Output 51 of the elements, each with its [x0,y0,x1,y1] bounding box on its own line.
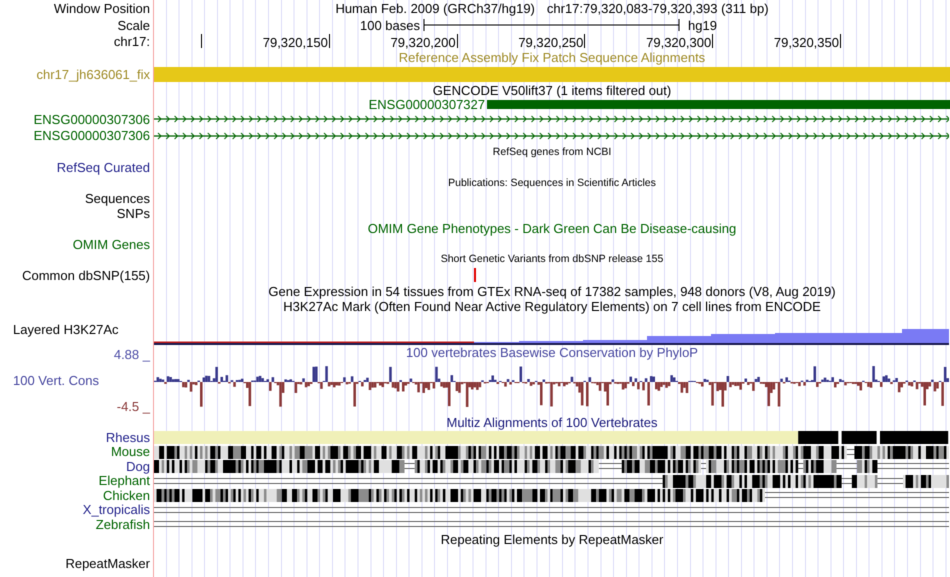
track-label: Dog [126,460,150,473]
gene-label: ENSG00000307327 [368,98,486,111]
track-label: Sequences [84,192,150,205]
track-label: RepeatMasker [65,556,150,570]
coordinate-label: 79,320,250 [518,36,584,49]
track-label: RefSeq Curated [56,161,150,174]
track-title: GENCODE V50lift37 (1 items filtered out) [432,84,672,97]
track-title: Reference Assembly Fix Patch Sequence Alignments [398,51,706,64]
track-title: 100 vertebrates Basewise Conservation by PhyloP [406,346,698,358]
track-title: Repeating Elements by RepeatMasker [440,532,664,546]
track-label: Common dbSNP(155) [22,269,150,282]
tick-mark [328,34,330,48]
track-label: Mouse [110,445,150,458]
coordinate-label: 79,320,350 [774,36,839,49]
track-title: Short Genetic Variants from dbSNP release 155 [440,254,664,265]
tick-mark [840,34,841,48]
axis-min-label: -4.5 _ [116,400,150,414]
track-title: Multiz Alignments of 100 Vertebrates [446,416,658,429]
row-label: chr17: [114,35,150,48]
scale-assembly: hg19 [688,18,717,32]
track-title: Gene Expression in 54 tissues from GTEx RNA-seq of 17382 samples, 948 donors (V8, Aug 2019) [268,284,836,298]
track-label: Chicken [103,488,150,502]
track-label: 100 Vert. Cons [12,372,100,388]
track-label: Elephant [98,474,150,488]
track-label: ENSG00000307306 [34,129,150,142]
assembly-name: Human Feb. 2009 (GRCh37/hg19) [335,2,535,15]
axis-max-label: 4.88 _ [112,348,150,362]
track-label: chr17_jh636061_fix [36,68,150,80]
track-label: X_tropicalis [82,503,150,516]
coordinate-label: 79,320,200 [390,36,456,49]
row-label: Window Position [54,2,150,15]
track-label: OMIM Genes [72,238,150,250]
track-label: Rhesus [106,430,150,444]
tick-mark [712,34,714,48]
track-title: H3K27Ac Mark (Often Found Near Active Regulatory Elements) on 7 cell lines from ENCODE [283,300,821,314]
variant-mark [474,268,476,282]
track-label: Zebrafish [96,518,150,531]
coordinate-label: 79,320,150 [262,36,328,49]
tick-mark [456,34,458,48]
track-title: Publications: Sequences in Scientific Articles [448,178,656,188]
track-label: SNPs [116,207,150,220]
track-label: ENSG00000307306 [34,112,150,126]
row-label: Scale [117,18,150,32]
tick-mark [584,34,586,48]
scale-length: 100 bases [360,18,420,32]
track-title: RefSeq genes from NCBI [492,146,612,158]
position-text: chr17:79,320,083-79,320,393 (311 bp) [546,2,769,15]
track-label: Layered H3K27Ac [13,323,119,336]
coordinate-label: 79,320,300 [646,36,712,49]
track-title: OMIM Gene Phenotypes - Dark Green Can Be Disease-causing [368,222,736,236]
tick-mark [201,34,202,48]
